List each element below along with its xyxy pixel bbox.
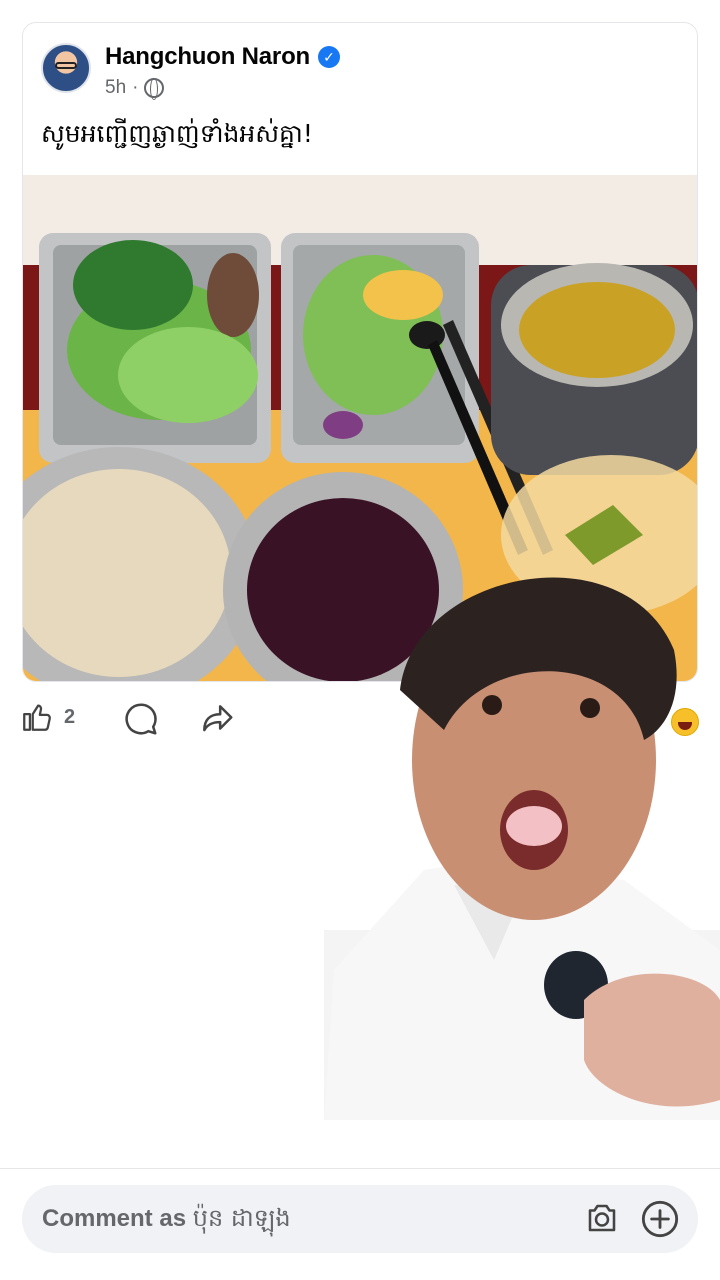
comment-placeholder: Comment as ប៉ុន ដាឡុង	[42, 1203, 291, 1238]
like-icon	[23, 704, 51, 731]
share-icon	[203, 705, 233, 732]
avatar-glasses	[55, 62, 77, 69]
plus-icon[interactable]	[640, 1199, 680, 1239]
comment-placeholder-name: ប៉ុន ដាឡុង	[192, 1204, 291, 1232]
globe-icon	[144, 78, 165, 100]
comment-button[interactable]	[122, 700, 160, 738]
post-time[interactable]: 5h	[105, 77, 126, 99]
author-name[interactable]: Hangchuon Naron	[105, 43, 310, 71]
share-button[interactable]	[198, 700, 236, 738]
camera-icon[interactable]	[582, 1200, 622, 1236]
author-row: Hangchuon Naron ✓	[105, 43, 340, 71]
post-header: Hangchuon Naron ✓ 5h · សូមអញ្ជើញឆ្ងាញ់ទា…	[23, 23, 697, 175]
comment-input[interactable]: Comment as ប៉ុន ដាឡុង	[22, 1185, 698, 1253]
like-count: 2	[64, 705, 76, 728]
video-overlay[interactable]	[324, 530, 720, 1120]
meta-separator: ·	[132, 77, 139, 98]
author-avatar[interactable]	[41, 43, 91, 93]
comment-placeholder-prefix: Comment as	[42, 1205, 187, 1232]
post-meta: 5h ·	[105, 77, 165, 100]
verified-badge-icon: ✓	[318, 46, 340, 68]
comment-icon	[125, 703, 157, 735]
post-text: សូមអញ្ជើញឆ្ងាញ់ទាំងអស់គ្នា!	[41, 119, 313, 148]
comment-composer-bar: Comment as ប៉ុន ដាឡុង	[0, 1168, 720, 1280]
video-overlay-graphic	[324, 577, 720, 1120]
like-button[interactable]: 2	[20, 700, 75, 734]
